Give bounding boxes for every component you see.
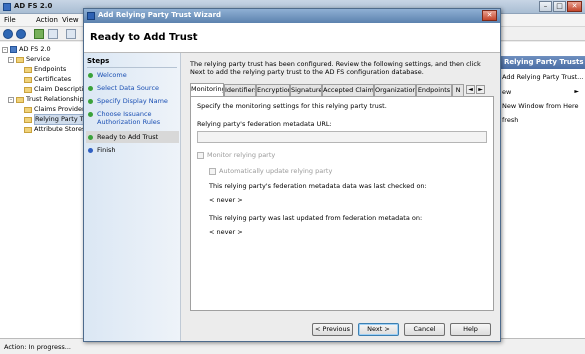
mmc-title: AD FS 2.0 — [14, 2, 53, 10]
folder-icon — [24, 86, 32, 93]
tab-organization[interactable]: Organization — [374, 84, 416, 96]
wizard-header: Ready to Add Trust — [84, 23, 500, 53]
metadata-url-label: Relying party's federation metadata URL: — [197, 120, 332, 128]
tab-scroll-left-icon[interactable]: ◄ — [466, 85, 475, 94]
minimize-button[interactable]: – — [539, 1, 552, 12]
tab-scroll-right-icon[interactable]: ► — [476, 85, 485, 94]
maximize-button[interactable]: □ — [553, 1, 566, 12]
page-title: Ready to Add Trust — [90, 32, 198, 43]
action-refresh[interactable]: fresh — [502, 116, 518, 124]
tab-identifiers[interactable]: Identifiers — [224, 84, 256, 96]
tab-encryption[interactable]: Encryption — [256, 84, 290, 96]
help-button[interactable]: Help — [450, 323, 491, 336]
menu-file[interactable]: File — [4, 16, 16, 24]
action-view[interactable]: ew — [502, 88, 511, 96]
auto-update-checkbox[interactable]: Automatically update relying party — [209, 167, 332, 175]
step-current-icon — [88, 134, 93, 140]
tab-monitoring[interactable]: Monitoring — [190, 83, 224, 96]
metadata-url-field[interactable] — [197, 131, 487, 143]
checkbox-icon — [209, 167, 216, 175]
step-complete-icon — [88, 98, 93, 104]
actions-header: Relying Party Trusts — [498, 56, 585, 69]
tree-item-adfs[interactable]: - AD FS 2.0 — [2, 45, 51, 54]
show-tree-icon[interactable] — [48, 29, 58, 39]
help-icon[interactable] — [66, 29, 76, 39]
collapse-icon[interactable]: - — [8, 96, 14, 103]
step-complete-icon — [88, 111, 93, 117]
monitor-relying-party-checkbox[interactable]: Monitor relying party — [197, 151, 275, 159]
last-checked-label: This relying party's federation metadata… — [209, 182, 427, 190]
wizard-footer: < Previous Next > Cancel Help — [182, 323, 500, 341]
folder-icon — [24, 106, 32, 113]
step-select-data-source[interactable]: Select Data Source — [88, 84, 159, 92]
steps-divider — [87, 67, 177, 68]
steps-panel: Steps Welcome Select Data Source Specify… — [84, 53, 181, 341]
tab-accepted-claims[interactable]: Accepted Claims — [322, 84, 374, 96]
menu-action[interactable]: Action — [36, 16, 58, 24]
tab-signature[interactable]: Signature — [290, 84, 322, 96]
step-ready-to-add-trust: Ready to Add Trust — [86, 131, 179, 143]
tab-strip: Monitoring Identifiers Encryption Signat… — [190, 83, 494, 96]
wizard-content: The relying party trust has been configu… — [182, 53, 500, 323]
folder-icon — [24, 126, 32, 133]
folder-icon — [24, 116, 32, 123]
action-add-relying-party[interactable]: Add Relying Party Trust... — [502, 73, 583, 81]
steps-header: Steps — [87, 57, 110, 65]
close-button[interactable]: ✕ — [567, 1, 582, 12]
wizard-close-button[interactable]: ✕ — [482, 10, 497, 21]
add-relying-party-wizard: Add Relying Party Trust Wizard ✕ Ready t… — [83, 8, 501, 342]
monitoring-intro: Specify the monitoring settings for this… — [197, 102, 387, 110]
collapse-icon[interactable]: - — [8, 56, 14, 63]
cancel-button[interactable]: Cancel — [404, 323, 445, 336]
menu-view[interactable]: View — [62, 16, 79, 24]
up-icon[interactable] — [34, 29, 44, 39]
next-button[interactable]: Next > — [358, 323, 399, 336]
step-complete-icon — [88, 72, 93, 78]
last-checked-value: < never > — [209, 196, 243, 204]
status-text: Action: In progress... — [4, 343, 71, 351]
tree-item-claims-provider[interactable]: Claims Provider — [24, 105, 85, 114]
tree-item-certificates[interactable]: Certificates — [24, 75, 71, 84]
forward-icon[interactable] — [16, 29, 26, 39]
monitoring-panel: Specify the monitoring settings for this… — [190, 96, 494, 311]
step-welcome[interactable]: Welcome — [88, 71, 127, 79]
step-complete-icon — [88, 85, 93, 91]
step-specify-display-name[interactable]: Specify Display Name — [88, 97, 168, 105]
wizard-icon — [87, 12, 95, 20]
previous-button[interactable]: < Previous — [312, 323, 353, 336]
folder-icon — [24, 76, 32, 83]
last-updated-value: < never > — [209, 228, 243, 236]
actions-pane: Relying Party Trusts Add Relying Party T… — [497, 42, 585, 338]
tree-item-claim-descriptions[interactable]: Claim Description — [24, 85, 92, 94]
wizard-title-bar: Add Relying Party Trust Wizard ✕ — [84, 9, 500, 23]
tree-item-relying-party[interactable]: Relying Party Tr — [24, 114, 87, 125]
checkbox-icon — [197, 151, 204, 159]
last-updated-label: This relying party was last updated from… — [209, 214, 423, 222]
tab-notes[interactable]: N — [452, 84, 464, 96]
description-text: The relying party trust has been configu… — [190, 60, 481, 76]
adfs-icon — [10, 46, 17, 53]
step-finish: Finish — [88, 146, 116, 154]
folder-icon — [24, 66, 32, 73]
tree-item-service[interactable]: - Service — [8, 55, 50, 64]
step-pending-icon — [88, 147, 93, 153]
tree-item-endpoints[interactable]: Endpoints — [24, 65, 66, 74]
tree-item-attribute-stores[interactable]: Attribute Stores — [24, 125, 85, 134]
wizard-title: Add Relying Party Trust Wizard — [98, 11, 222, 19]
back-icon[interactable] — [3, 29, 13, 39]
submenu-arrow-icon: ► — [574, 88, 579, 95]
folder-icon — [16, 96, 24, 103]
tab-endpoints[interactable]: Endpoints — [416, 84, 452, 96]
tree-item-trust-relationships[interactable]: - Trust Relationships — [8, 95, 87, 104]
folder-icon — [16, 56, 24, 63]
step-issuance-authorization[interactable]: Choose Issuance Authorization Rules — [88, 110, 160, 126]
action-new-window[interactable]: New Window from Here — [502, 102, 579, 110]
collapse-icon[interactable]: - — [2, 46, 8, 53]
adfs-app-icon — [3, 3, 11, 11]
console-tree: - AD FS 2.0 - Service Endpoints Certificat… — [0, 42, 92, 338]
